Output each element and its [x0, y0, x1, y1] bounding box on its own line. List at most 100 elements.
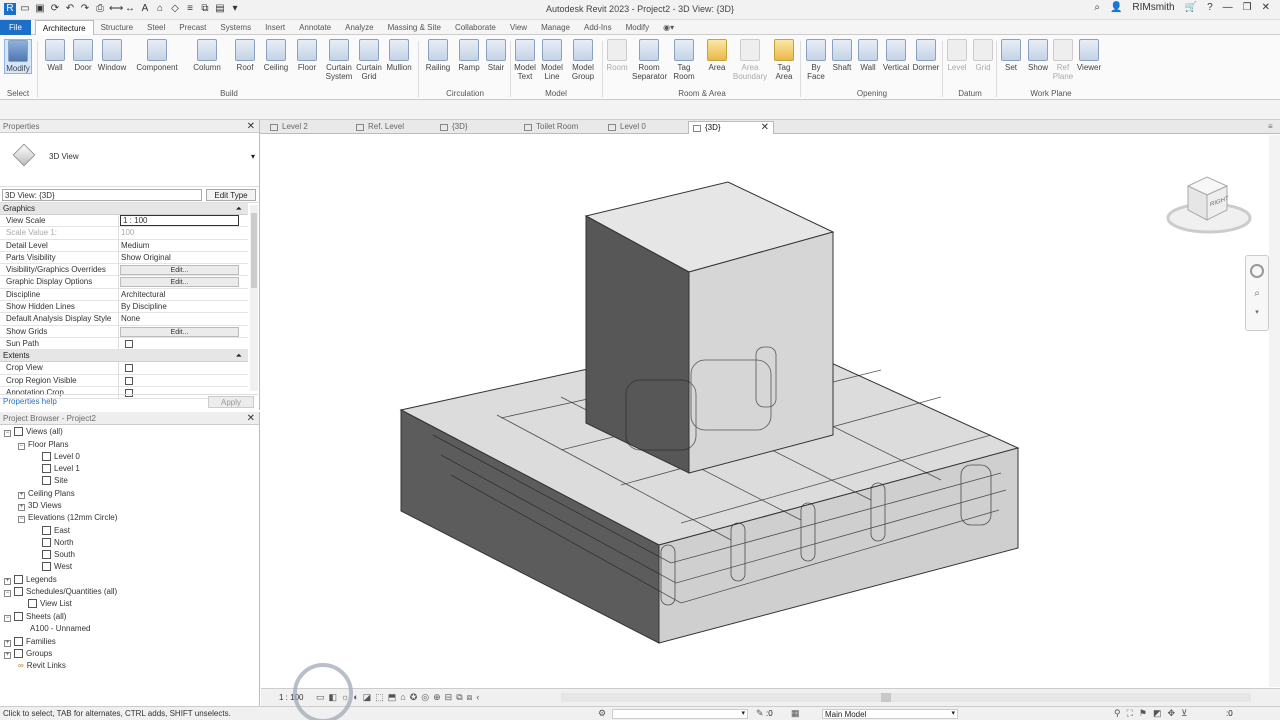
section-graphics[interactable]: Graphics ⏶ — [0, 203, 248, 215]
worksharing-icon[interactable]: ⊕ — [433, 692, 441, 703]
tree-node-views[interactable]: − Views (all) — [4, 427, 63, 437]
tab-collaborate[interactable]: Collaborate — [448, 20, 503, 35]
detail-level-value[interactable]: Medium — [119, 240, 248, 251]
graphic-display-edit-button[interactable]: Edit... — [120, 277, 239, 288]
tab-precast[interactable]: Precast — [172, 20, 213, 35]
tab-steel[interactable]: Steel — [140, 20, 172, 35]
chevron-down-icon[interactable]: ▾ — [741, 709, 745, 717]
vg-overrides-edit-button[interactable]: Edit... — [120, 265, 239, 276]
close-icon[interactable]: ✕ — [247, 120, 255, 133]
select-links-icon[interactable]: ⚲ — [1114, 708, 1121, 719]
tag-area-button[interactable]: Tag Area — [772, 39, 796, 81]
tree-node-floor-plans[interactable]: − Floor Plans — [18, 440, 68, 450]
tab-analyze[interactable]: Analyze — [338, 20, 380, 35]
full-navigation-wheel-icon[interactable] — [1250, 264, 1264, 278]
wall-button[interactable]: Wall — [42, 39, 68, 72]
room-button[interactable]: Room — [604, 39, 630, 72]
ribbon-toggle-icon[interactable]: ◉▾ — [656, 20, 681, 35]
select-by-face-icon[interactable]: ◩ — [1153, 708, 1162, 719]
restore-button[interactable]: ❐ — [1243, 2, 1252, 13]
tree-node-sheets[interactable]: − Sheets (all) — [4, 612, 66, 622]
area-button[interactable]: Area — [704, 39, 730, 72]
properties-help-link[interactable]: Properties help — [3, 397, 57, 406]
user-icon[interactable]: 👤 — [1110, 2, 1122, 13]
close-icon[interactable]: ✕ — [761, 122, 769, 134]
ref-plane-button[interactable]: Ref Plane — [1052, 39, 1074, 81]
collapse-icon[interactable]: − — [4, 430, 11, 437]
floor-button[interactable]: Floor — [294, 39, 320, 72]
crop-view-checkbox[interactable] — [125, 364, 133, 373]
dormer-button[interactable]: Dormer — [912, 39, 940, 72]
minimize-button[interactable]: — — [1223, 2, 1233, 13]
close-button[interactable]: ✕ — [1262, 2, 1270, 13]
sun-path-checkbox[interactable] — [125, 339, 133, 348]
tree-node-west[interactable]: West — [42, 562, 72, 572]
grid-button[interactable]: Grid — [972, 39, 994, 72]
mullion-button[interactable]: Mullion — [384, 39, 414, 72]
by-face-button[interactable]: By Face — [804, 39, 828, 81]
tree-node-3d-views[interactable]: +3D Views — [18, 501, 62, 511]
panel-select[interactable]: Select — [2, 89, 34, 98]
tag-room-button[interactable]: Tag Room — [670, 39, 698, 81]
tab-manage[interactable]: Manage — [534, 20, 577, 35]
crop-region-icon[interactable]: ⬒ — [388, 692, 397, 703]
pier-right-face[interactable] — [688, 231, 834, 474]
modify-button[interactable]: Modify — [4, 39, 32, 74]
workset-select[interactable]: ▾ — [612, 709, 748, 719]
temp-hide-icon[interactable]: ✪ — [410, 692, 418, 703]
ramp-button[interactable]: Ramp — [456, 39, 482, 72]
drawing-canvas[interactable] — [261, 135, 1269, 687]
tree-node-ceiling-plans[interactable]: + Ceiling Plans — [18, 489, 75, 499]
collapse-icon[interactable]: − — [18, 443, 25, 450]
tab-annotate[interactable]: Annotate — [292, 20, 338, 35]
tab-file[interactable]: File — [0, 19, 31, 35]
chevron-down-icon[interactable]: ▾ — [951, 709, 955, 717]
parts-visibility-value[interactable]: Show Original — [119, 252, 248, 263]
tree-node-groups[interactable]: + Groups — [4, 649, 52, 659]
set-button[interactable]: Set — [1000, 39, 1022, 72]
tree-node-south[interactable]: South — [42, 550, 75, 560]
instance-selector[interactable]: 3D View: {3D} — [2, 189, 202, 201]
component-button[interactable]: Component — [134, 39, 180, 72]
level-button[interactable]: Level — [946, 39, 968, 72]
tree-node-schedules[interactable]: − Schedules/Quantities (all) — [4, 587, 117, 597]
horizontal-scrollbar[interactable] — [561, 693, 1251, 702]
tab-architecture[interactable]: Architecture — [34, 19, 94, 35]
collapse-icon[interactable]: ⏶ — [236, 203, 242, 215]
edit-type-button[interactable]: Edit Type — [206, 189, 256, 201]
expand-icon[interactable]: + — [4, 578, 11, 585]
expand-icon[interactable]: + — [4, 640, 11, 647]
model-group-button[interactable]: Model Group — [568, 39, 598, 81]
analysis-style-value[interactable]: None — [119, 313, 248, 324]
shaft-button[interactable]: Shaft — [830, 39, 854, 72]
collapse-icon[interactable]: − — [4, 615, 11, 622]
view-tab-level-0[interactable]: Level 0 — [604, 121, 690, 134]
ceiling-button[interactable]: Ceiling — [262, 39, 290, 72]
select-pinned-icon[interactable]: ⚑ — [1139, 708, 1147, 719]
help-icon[interactable]: ? — [1207, 2, 1213, 13]
cart-icon[interactable]: 🛒 — [1185, 2, 1197, 13]
show-grids-edit-button[interactable]: Edit... — [120, 326, 239, 337]
curtain-grid-button[interactable]: Curtain Grid — [356, 39, 382, 81]
view-tab-3d[interactable]: {3D} — [436, 121, 522, 134]
3d-model[interactable] — [261, 135, 1269, 687]
model-select[interactable]: Main Model ▾ — [822, 709, 958, 719]
tree-node-elevations[interactable]: − Elevations (12mm Circle) — [18, 513, 117, 523]
highlight-displacement-icon[interactable]: ⧉ — [456, 692, 462, 703]
vertical-button[interactable]: Vertical — [882, 39, 910, 72]
view-tab-level-2[interactable]: Level 2 — [266, 121, 352, 134]
apply-button[interactable]: Apply — [208, 396, 254, 408]
view-tab-3d-active[interactable]: {3D} ✕ — [688, 121, 774, 134]
editable-icon[interactable]: ✎ — [756, 708, 764, 719]
drag-elements-icon[interactable]: ✥ — [1168, 708, 1176, 719]
chevron-down-icon[interactable]: ▾ — [251, 152, 255, 161]
worksets-icon[interactable]: ⚙ — [598, 708, 606, 719]
curtain-system-button[interactable]: Curtain System — [322, 39, 356, 81]
tree-node-revit-links[interactable]: ∞ Revit Links — [18, 661, 66, 670]
hidden-lines-value[interactable]: By Discipline — [119, 301, 248, 312]
scroll-thumb[interactable] — [881, 693, 891, 702]
lock-3d-icon[interactable]: ⌂ — [400, 692, 405, 703]
expand-icon[interactable]: + — [4, 652, 11, 659]
filter-icon[interactable]: ⊻ — [1181, 708, 1188, 719]
show-button[interactable]: Show — [1026, 39, 1050, 72]
